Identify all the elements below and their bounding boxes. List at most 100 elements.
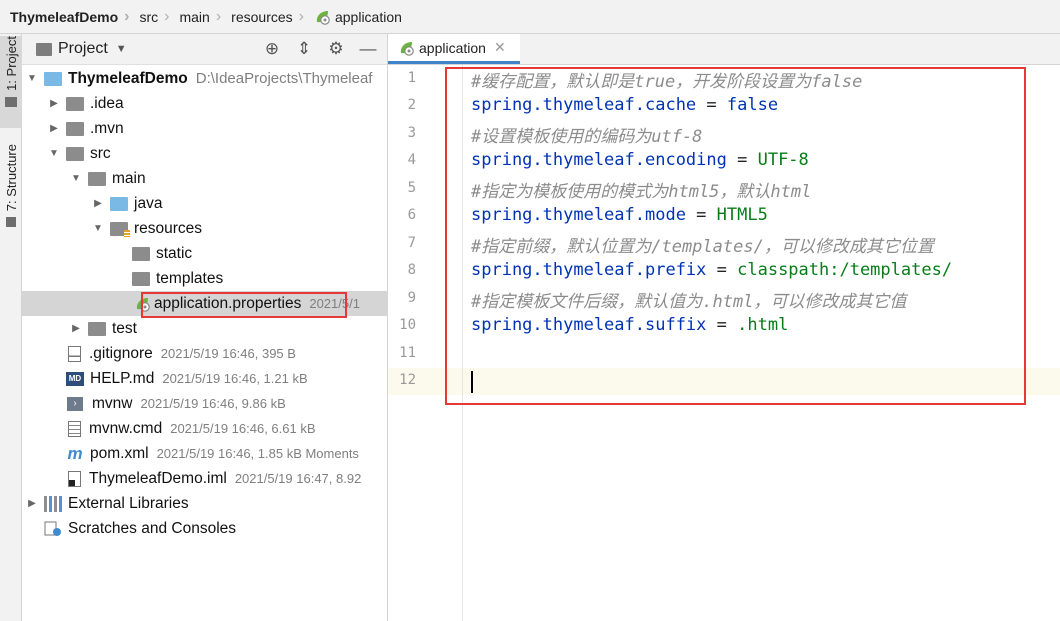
folder-icon <box>66 121 84 136</box>
breadcrumb: ThymeleafDemo › src › main › resources › app… <box>0 0 1060 34</box>
tree-item-label: HELP.md <box>90 369 155 387</box>
tree-item-label: mvnw.cmd <box>89 419 163 437</box>
tree-item-label: External Libraries <box>68 494 189 512</box>
expand-right-icon[interactable]: ▶ <box>48 98 60 109</box>
tree-item-label: templates <box>156 269 224 287</box>
tree-item-templates[interactable]: templates <box>22 266 387 291</box>
tree-item-label: Scratches and Consoles <box>68 519 237 537</box>
markdown-file-icon: MD <box>66 371 84 386</box>
locate-icon[interactable]: ⊕ <box>263 39 281 59</box>
tree-item-idea[interactable]: ▶ .idea <box>22 91 387 116</box>
line-number: 9 <box>407 290 416 306</box>
tree-item-meta: 2021/5/19 16:46, 1.85 kB Moments <box>156 446 359 461</box>
tree-item-pom-xml[interactable]: m pom.xml 2021/5/19 16:46, 1.85 kB Momen… <box>22 441 387 466</box>
tree-item-mvnw[interactable]: › mvnw 2021/5/19 16:46, 9.86 kB <box>22 391 387 416</box>
project-view-selector[interactable]: Project <box>58 40 108 58</box>
folder-icon <box>66 146 84 161</box>
tree-item-label: mvnw <box>92 394 133 412</box>
tree-item-meta: 2021/5/19 16:46, 6.61 kB <box>170 421 316 436</box>
tree-item-gitignore[interactable]: .gitignore 2021/5/19 16:46, 395 B <box>22 341 387 366</box>
panel-toolbar: ⊕ ⇕ ⚙ — <box>263 34 377 64</box>
scratches-icon <box>44 521 61 536</box>
structure-tool-tab[interactable]: 7: Structure <box>0 144 22 244</box>
tree-item-test[interactable]: ▶ test <box>22 316 387 341</box>
folder-icon <box>132 246 150 261</box>
tree-item-scratches[interactable]: Scratches and Consoles <box>22 516 387 541</box>
line-number: 11 <box>399 345 416 361</box>
folder-icon <box>5 96 17 107</box>
library-icon <box>44 495 62 512</box>
tree-item-label: pom.xml <box>90 444 149 462</box>
spring-properties-icon <box>400 40 414 56</box>
tree-item-label: .gitignore <box>89 344 153 362</box>
tree-item-meta: 2021/5/19 16:47, 8.92 <box>234 471 362 486</box>
tree-item-static[interactable]: static <box>22 241 387 266</box>
tree-item-src[interactable]: ▼ src <box>22 141 387 166</box>
text-file-icon <box>68 420 81 437</box>
tree-item-meta: 2021/5/19 16:46, 395 B <box>160 346 296 361</box>
tree-item-mvn[interactable]: ▶ .mvn <box>22 116 387 141</box>
line-number: 5 <box>407 180 416 196</box>
folder-icon <box>132 271 150 286</box>
tree-item-mvnw-cmd[interactable]: mvnw.cmd 2021/5/19 16:46, 6.61 kB <box>22 416 387 441</box>
tree-item-label: .mvn <box>90 119 124 137</box>
gear-icon[interactable]: ⚙ <box>327 39 345 59</box>
folder-icon <box>88 171 106 186</box>
shell-script-icon: › <box>67 396 83 411</box>
project-panel: Project ▼ ⊕ ⇕ ⚙ — ▼ ThymeleafDemo D:\Ide… <box>22 34 388 621</box>
expand-right-icon[interactable]: ▶ <box>92 198 104 209</box>
expand-down-icon[interactable]: ▼ <box>26 73 38 84</box>
breadcrumb-item-resources[interactable]: resources › <box>221 8 304 26</box>
close-icon[interactable]: ✕ <box>494 39 506 56</box>
breadcrumb-item-application[interactable]: application <box>304 9 402 25</box>
expand-right-icon[interactable]: ▶ <box>26 498 38 509</box>
module-folder-icon <box>44 71 62 86</box>
breadcrumb-label: main <box>179 8 210 25</box>
maven-icon: m <box>67 443 83 463</box>
tree-item-iml[interactable]: ThymeleafDemo.iml 2021/5/19 16:47, 8.92 <box>22 466 387 491</box>
line-number: 2 <box>407 97 416 113</box>
tree-item-resources[interactable]: ▼ resources <box>22 216 387 241</box>
minimize-icon[interactable]: — <box>359 39 377 59</box>
tab-application[interactable]: application ✕ <box>388 34 520 64</box>
line-number: 10 <box>399 317 416 333</box>
line-number: 7 <box>407 235 416 251</box>
line-number: 4 <box>407 152 416 168</box>
expand-right-icon[interactable]: ▶ <box>70 323 82 334</box>
breadcrumb-label: src <box>139 8 159 25</box>
tool-window-strip: 1: Project 7: Structure <box>0 34 22 621</box>
line-number: 6 <box>407 207 416 223</box>
tree-item-project-root[interactable]: ▼ ThymeleafDemo D:\IdeaProjects\Thymelea… <box>22 66 387 91</box>
project-tool-tab[interactable]: 1: Project <box>0 36 22 128</box>
editor: application ✕ 1 2 3 4 5 6 7 8 9 10 11 12… <box>388 34 1060 621</box>
tab-label: application <box>419 39 486 56</box>
source-folder-icon <box>110 196 128 211</box>
tree-item-help-md[interactable]: MD HELP.md 2021/5/19 16:46, 1.21 kB <box>22 366 387 391</box>
expand-down-icon[interactable]: ▼ <box>48 148 60 159</box>
tree-item-external-libraries[interactable]: ▶ External Libraries <box>22 491 387 516</box>
breadcrumb-item-project[interactable]: ThymeleafDemo › <box>0 8 129 26</box>
project-tool-tab-label: 1: Project <box>3 36 19 91</box>
expand-down-icon[interactable]: ▼ <box>70 173 82 184</box>
collapse-all-icon[interactable]: ⇕ <box>295 39 313 59</box>
highlight-box <box>141 292 347 318</box>
tree-item-path: D:\IdeaProjects\Thymeleaf <box>195 70 373 87</box>
chevron-down-icon[interactable]: ▼ <box>116 43 127 55</box>
expand-right-icon[interactable]: ▶ <box>48 123 60 134</box>
line-number: 3 <box>407 125 416 141</box>
line-number: 12 <box>399 372 416 388</box>
tree-item-java[interactable]: ▶ java <box>22 191 387 216</box>
tree-item-label: static <box>156 244 193 262</box>
ignore-file-icon <box>68 345 81 362</box>
tree-item-label: ThymeleafDemo <box>68 69 188 87</box>
breadcrumb-item-src[interactable]: src › <box>129 8 169 26</box>
expand-down-icon[interactable]: ▼ <box>92 223 104 234</box>
line-number: 1 <box>407 70 416 86</box>
tree-item-label: ThymeleafDemo.iml <box>89 469 227 487</box>
project-panel-header: Project ▼ ⊕ ⇕ ⚙ — <box>22 34 387 65</box>
tree-item-label: test <box>112 319 137 337</box>
breadcrumb-item-main[interactable]: main › <box>169 8 221 26</box>
tree-item-main[interactable]: ▼ main <box>22 166 387 191</box>
folder-icon <box>36 42 52 56</box>
folder-icon <box>66 96 84 111</box>
